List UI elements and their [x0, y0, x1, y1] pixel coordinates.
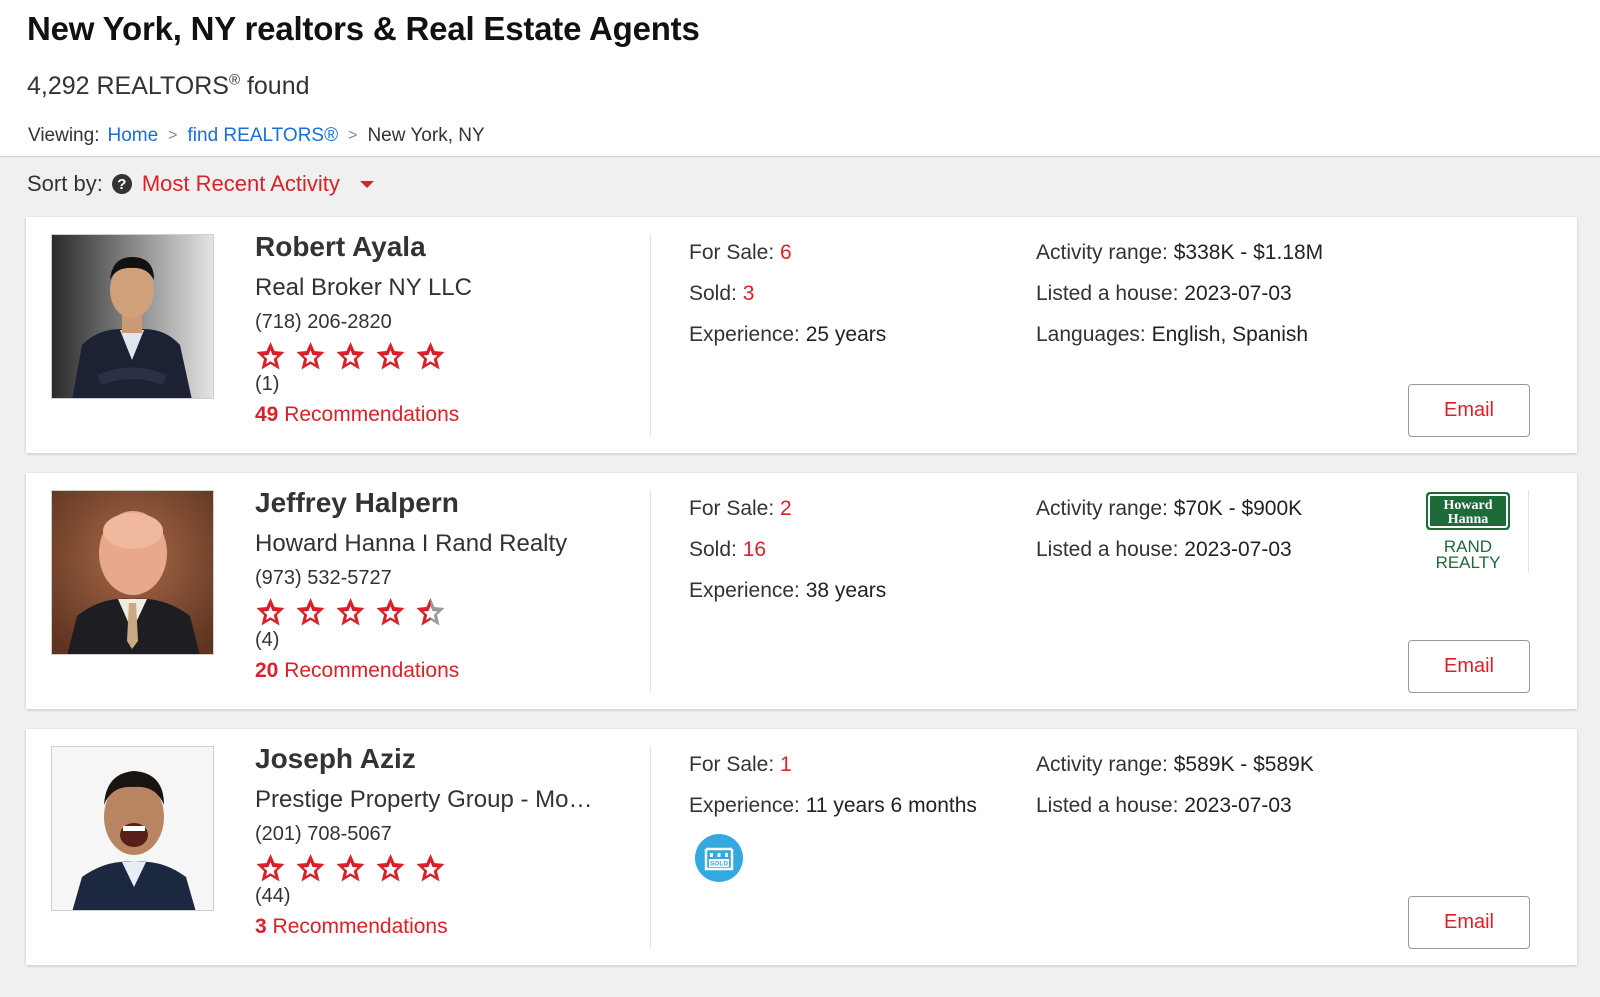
stat-activity-range: Activity range: $70K - $900K	[1036, 497, 1303, 520]
agent-card[interactable]: Robert Ayala Real Broker NY LLC (718) 20…	[26, 217, 1577, 453]
chevron-down-icon[interactable]	[359, 180, 374, 188]
agent-photo[interactable]	[51, 490, 214, 655]
divider	[1528, 490, 1529, 572]
agent-office: Real Broker NY LLC	[255, 274, 472, 301]
agent-phone[interactable]: (201) 708-5067	[255, 823, 635, 846]
help-icon[interactable]: ?	[111, 174, 132, 194]
stat-activity-range: Activity range: $338K - $1.18M	[1036, 241, 1324, 264]
breadcrumb-separator-icon: >	[348, 127, 358, 144]
rating-stars	[255, 341, 635, 371]
stat-listed-house: Listed a house: 2023-07-03	[1036, 282, 1292, 305]
sold-badge-icon: SOLD	[694, 833, 744, 883]
agent-name[interactable]: Joseph Aziz	[255, 743, 635, 775]
agent-stats-left: For Sale: 2 Sold: 16 Experience: 38 year…	[689, 497, 886, 620]
agent-stats-right: Activity range: $338K - $1.18M Listed a …	[1036, 241, 1323, 364]
stat-experience: Experience: 11 years 6 months	[689, 794, 977, 817]
stat-for-sale: For Sale: 1	[689, 753, 792, 776]
stat-languages: Languages: English, Spanish	[1036, 323, 1309, 346]
divider	[650, 490, 651, 693]
agent-office: Prestige Property Group - Mo…	[255, 786, 593, 813]
review-count[interactable]: (4)	[255, 629, 635, 652]
divider	[650, 746, 651, 949]
agent-office: Howard Hanna I Rand Realty	[255, 530, 568, 557]
stat-sold: Sold: 16	[689, 538, 767, 561]
recommendations-link[interactable]: 20 Recommendations	[255, 659, 635, 683]
page-title: New York, NY realtors & Real Estate Agen…	[27, 10, 700, 47]
star-icon	[416, 342, 445, 370]
recommendations-link[interactable]: 49 Recommendations	[255, 403, 635, 427]
divider	[650, 234, 651, 437]
breadcrumb-find-realtors-link[interactable]: find REALTORS®	[188, 125, 339, 147]
star-icon	[296, 342, 325, 370]
star-icon	[256, 598, 285, 626]
howard-hanna-logo[interactable]: Howard Hanna RAND REALTY	[1423, 490, 1513, 572]
agent-card[interactable]: Jeffrey Halpern Howard Hanna I Rand Real…	[26, 473, 1577, 709]
stat-listed-house: Listed a house: 2023-07-03	[1036, 538, 1292, 561]
agent-name[interactable]: Jeffrey Halpern	[255, 487, 635, 519]
agent-stats-right: Activity range: $589K - $589K Listed a h…	[1036, 753, 1314, 835]
agent-phone[interactable]: (718) 206-2820	[255, 311, 635, 334]
svg-text:Howard: Howard	[1444, 498, 1493, 513]
agent-phone[interactable]: (973) 532-5727	[255, 567, 635, 590]
star-icon	[416, 854, 445, 882]
svg-text:REALTY: REALTY	[1436, 553, 1501, 572]
sort-label: Sort by:	[27, 171, 103, 196]
breadcrumb-current: New York, NY	[367, 125, 485, 146]
email-button[interactable]: Email	[1408, 896, 1530, 949]
agent-info: Robert Ayala Real Broker NY LLC (718) 20…	[255, 231, 635, 427]
registered-mark: ®	[228, 71, 241, 89]
breadcrumb-separator-icon: >	[168, 127, 178, 144]
agent-photo[interactable]	[51, 746, 214, 911]
email-button[interactable]: Email	[1408, 384, 1530, 437]
rating-stars	[255, 597, 635, 627]
half-star-icon	[416, 598, 445, 626]
stat-experience: Experience: 25 years	[689, 323, 887, 346]
star-icon	[376, 598, 405, 626]
stat-sold: Sold: 3	[689, 282, 755, 305]
svg-text:SOLD: SOLD	[710, 861, 728, 868]
star-icon	[296, 854, 325, 882]
agent-info: Joseph Aziz Prestige Property Group - Mo…	[255, 743, 635, 939]
star-icon	[256, 854, 285, 882]
agent-photo[interactable]	[51, 234, 214, 399]
agent-name[interactable]: Robert Ayala	[255, 231, 635, 263]
stat-for-sale: For Sale: 6	[689, 241, 792, 264]
star-icon	[376, 854, 405, 882]
recommendations-link[interactable]: 3 Recommendations	[255, 915, 635, 939]
breadcrumb-label: Viewing:	[28, 125, 100, 146]
stat-listed-house: Listed a house: 2023-07-03	[1036, 794, 1292, 817]
star-icon	[336, 854, 365, 882]
sort-dropdown[interactable]: Most Recent Activity	[142, 171, 340, 197]
agent-card[interactable]: Joseph Aziz Prestige Property Group - Mo…	[26, 729, 1577, 965]
agent-info: Jeffrey Halpern Howard Hanna I Rand Real…	[255, 487, 635, 683]
email-button[interactable]: Email	[1408, 640, 1530, 693]
results-count: 4,292 REALTORS® found	[27, 71, 310, 100]
review-count[interactable]: (1)	[255, 373, 635, 396]
stat-activity-range: Activity range: $589K - $589K	[1036, 753, 1314, 776]
sort-bar: Sort by: ? Most Recent Activity	[27, 171, 374, 197]
rating-stars	[255, 853, 635, 883]
breadcrumb-home-link[interactable]: Home	[107, 125, 158, 147]
review-count[interactable]: (44)	[255, 885, 635, 908]
results-area: Sort by: ? Most Recent Activity Robert A…	[0, 157, 1600, 997]
agent-stats-left: For Sale: 1 Experience: 11 years 6 month…	[689, 753, 977, 835]
star-icon	[376, 342, 405, 370]
agent-stats-right: Activity range: $70K - $900K Listed a ho…	[1036, 497, 1302, 579]
star-icon	[256, 342, 285, 370]
star-icon	[296, 598, 325, 626]
page-header: New York, NY realtors & Real Estate Agen…	[0, 0, 1600, 157]
stat-experience: Experience: 38 years	[689, 579, 887, 602]
star-icon	[336, 598, 365, 626]
agent-stats-left: For Sale: 6 Sold: 3 Experience: 25 years	[689, 241, 886, 364]
stat-for-sale: For Sale: 2	[689, 497, 792, 520]
star-icon	[336, 342, 365, 370]
breadcrumb: Viewing: Home > find REALTORS® > New Yor…	[28, 125, 485, 147]
svg-text:Hanna: Hanna	[1448, 512, 1488, 527]
